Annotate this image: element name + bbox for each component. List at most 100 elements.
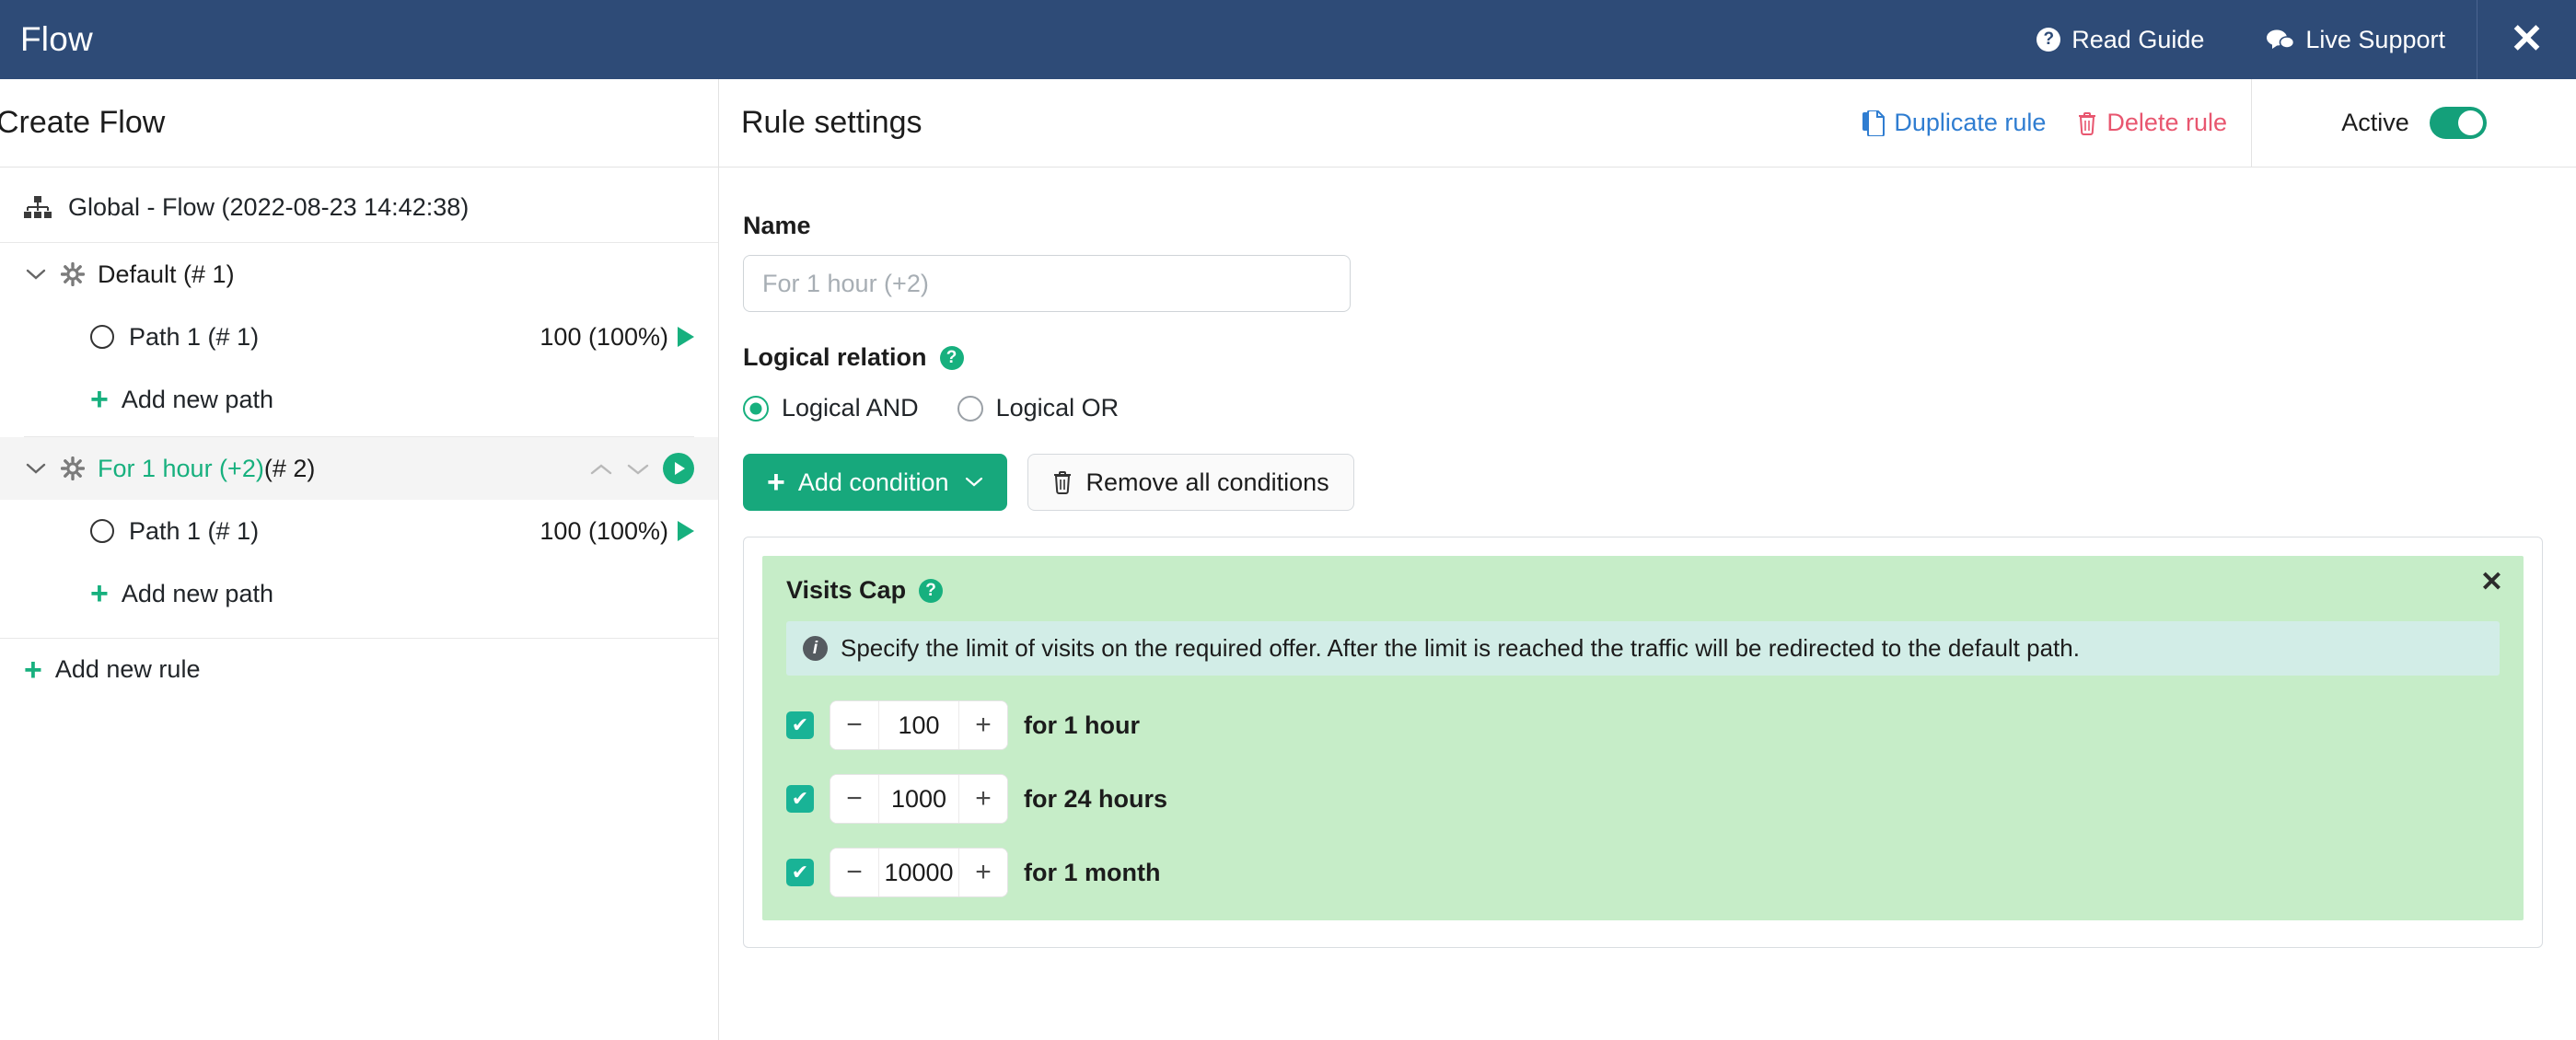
add-condition-button[interactable]: + Add condition [743,454,1008,511]
plus-icon: + [767,465,785,500]
cap-row-1-month: ✔ − 10000 + for 1 month [786,849,2500,896]
plus-icon: + [24,652,42,688]
remove-all-conditions-label: Remove all conditions [1085,468,1329,496]
play-icon[interactable] [678,327,694,347]
help-icon[interactable]: ? [919,578,944,603]
add-new-path-label: Add new path [121,579,273,607]
cap-period-label: for 1 month [1024,858,1161,886]
cap-value[interactable]: 10000 [878,849,959,896]
path-row[interactable]: Path 1 (# 1) 100 (100%) [0,500,718,562]
decrement-button[interactable]: − [830,701,878,749]
page-title: Create Flow [0,105,166,140]
create-flow-header: Create Flow [0,79,719,167]
cap-checkbox[interactable]: ✔ [786,711,814,739]
rule-settings-title: Rule settings [741,105,922,140]
trash-icon [2077,111,2097,135]
trash-icon [1052,470,1073,494]
tree-root-label: Global - Flow (2022-08-23 14:42:38) [68,193,470,221]
duplicate-rule-button[interactable]: Duplicate rule [1862,109,2046,137]
visits-cap-info-text: Specify the limit of visits on the requi… [841,634,2080,662]
flow-tree-sidebar: Global - Flow (2022-08-23 14:42:38) Defa… [0,168,719,1040]
live-support-label: Live Support [2305,25,2445,53]
increment-button[interactable]: + [959,849,1007,896]
rule-row-for-1-hour[interactable]: For 1 hour (+2) (# 2) [0,437,718,500]
logical-relation-label-row: Logical relation ? [743,343,2576,372]
path-circle-icon [90,519,114,543]
move-up-icon[interactable] [589,456,613,480]
radio-logical-and[interactable]: Logical AND [743,394,919,422]
plus-icon: + [90,576,109,611]
active-label: Active [2341,109,2409,136]
sub-header: Create Flow Rule settings Duplicate rule [0,79,2576,168]
path-row[interactable]: Path 1 (# 1) 100 (100%) [0,306,718,368]
path-label: Path 1 (# 1) [129,322,260,351]
help-icon[interactable]: ? [939,345,964,370]
chevron-down-icon[interactable] [24,268,48,281]
play-icon[interactable] [678,521,694,541]
cap-row-1-hour: ✔ − 100 + for 1 hour [786,701,2500,749]
remove-condition-icon[interactable]: ✕ [2480,569,2503,596]
path-circle-icon [90,325,114,349]
increment-button[interactable]: + [959,701,1007,749]
active-toggle[interactable] [2429,107,2487,139]
active-toggle-group: Active [2252,79,2576,167]
decrement-button[interactable]: − [830,775,878,823]
rule-actions: Duplicate rule Delete rule [1862,109,2251,137]
close-button[interactable]: ✕ [2477,0,2576,79]
delete-rule-button[interactable]: Delete rule [2077,109,2227,137]
rule-label-default: Default (# 1) [98,260,235,288]
visits-cap-title-row: Visits Cap ? [786,576,2500,605]
app-header: Flow ? Read Guide Live Support ✕ [0,0,2576,79]
cap-checkbox[interactable]: ✔ [786,785,814,813]
move-down-icon[interactable] [626,456,650,480]
logical-relation-radios: Logical AND Logical OR [743,394,2576,422]
rule-label-selected: For 1 hour (+2) [98,454,264,482]
cap-checkbox[interactable]: ✔ [786,859,814,886]
name-label: Name [743,212,811,239]
name-input[interactable] [743,255,1351,312]
question-circle-icon: ? [2036,28,2061,52]
duplicate-rule-label: Duplicate rule [1894,109,2047,136]
read-guide-label: Read Guide [2071,25,2205,53]
sitemap-icon [24,195,52,220]
read-guide-button[interactable]: ? Read Guide [2005,26,2235,54]
gear-icon[interactable] [61,262,85,286]
radio-and-mark [743,395,769,422]
conditions-card: ✕ Visits Cap ? i Specify the limit of vi… [743,537,2543,948]
path-count: 100 (100%) [540,322,668,351]
path-stats: 100 (100%) [540,517,694,546]
add-new-rule-button[interactable]: + Add new rule [0,638,718,700]
plus-icon: + [90,382,109,417]
visits-cap-info: i Specify the limit of visits on the req… [786,621,2500,676]
info-icon: i [803,636,828,661]
gear-icon[interactable] [61,456,85,480]
delete-rule-label: Delete rule [2106,109,2227,136]
cap-row-24-hours: ✔ − 1000 + for 24 hours [786,775,2500,823]
increment-button[interactable]: + [959,775,1007,823]
live-support-button[interactable]: Live Support [2235,26,2477,54]
remove-all-conditions-button[interactable]: Remove all conditions [1027,454,1354,511]
add-new-path-button[interactable]: + Add new path [0,368,718,431]
chevron-down-icon [965,473,983,491]
rule-row-default[interactable]: Default (# 1) [0,243,718,306]
tree-root-item[interactable]: Global - Flow (2022-08-23 14:42:38) [0,173,718,243]
add-condition-label: Add condition [797,468,949,496]
radio-logical-or[interactable]: Logical OR [957,394,1119,422]
duplicate-icon [1862,110,1886,136]
cap-stepper: − 1000 + [830,775,1007,823]
rule-index-label: (# 2) [263,454,316,482]
page-body: Global - Flow (2022-08-23 14:42:38) Defa… [0,168,2576,1040]
run-rule-icon[interactable] [663,453,694,484]
add-new-path-button[interactable]: + Add new path [0,562,718,625]
decrement-button[interactable]: − [830,849,878,896]
radio-and-label: Logical AND [782,394,919,422]
cap-value[interactable]: 100 [878,701,959,749]
chevron-down-icon[interactable] [24,462,48,475]
path-stats: 100 (100%) [540,323,694,352]
cap-value[interactable]: 1000 [878,775,959,823]
cap-stepper: − 100 + [830,701,1007,749]
path-label: Path 1 (# 1) [129,516,260,545]
add-new-rule-label: Add new rule [54,655,201,683]
cap-period-label: for 24 hours [1024,784,1168,813]
rule-settings-panel: Name Logical relation ? Logical AND Logi… [719,168,2576,1040]
